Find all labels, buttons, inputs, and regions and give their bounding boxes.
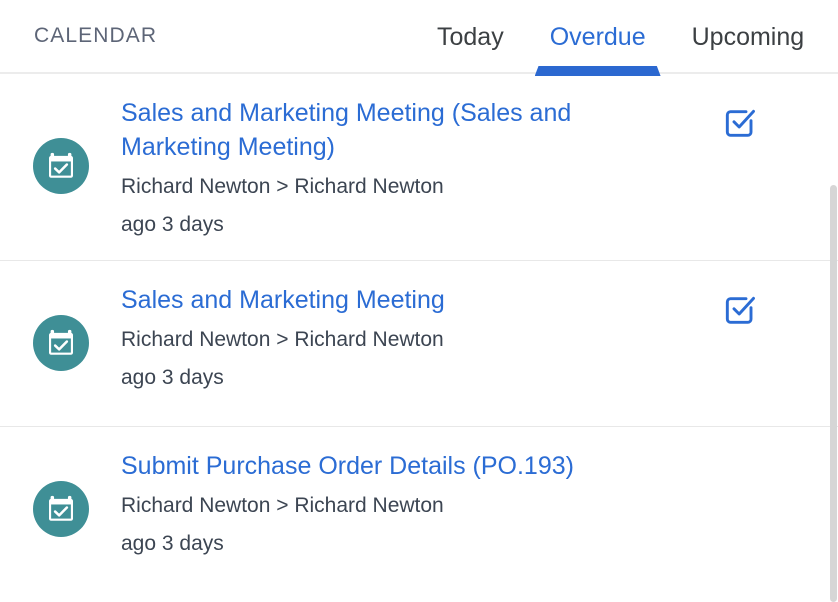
activity-list: Sales and Marketing Meeting (Sales and M… (0, 74, 838, 602)
calendar-check-icon (45, 327, 77, 359)
avatar-column (0, 283, 121, 406)
panel-header: CALENDAR Today Overdue Upcoming (0, 0, 838, 76)
item-timestamp: ago 3 days (121, 213, 224, 236)
item-action-column (720, 96, 838, 142)
avatar (32, 314, 89, 371)
checkbox-checked-icon[interactable] (720, 102, 760, 142)
scrollbar-thumb[interactable] (830, 185, 837, 602)
avatar-column (0, 96, 121, 240)
item-subtitle: Richard Newton > Richard Newton (121, 328, 444, 351)
item-timestamp: ago 3 days (121, 366, 224, 389)
tab-upcoming-label: Upcoming (691, 22, 805, 51)
page-title: CALENDAR (34, 24, 158, 47)
calendar-check-icon (45, 150, 77, 182)
tab-upcoming[interactable]: Upcoming (669, 0, 828, 74)
tab-today-label: Today (437, 22, 504, 51)
calendar-panel: CALENDAR Today Overdue Upcoming Sales an… (0, 0, 838, 602)
item-subtitle: Richard Newton > Richard Newton (121, 175, 444, 198)
item-subtitle: Richard Newton > Richard Newton (121, 494, 444, 517)
avatar (32, 138, 89, 194)
vertical-scrollbar[interactable] (829, 76, 838, 602)
checkbox-checked-icon[interactable] (720, 289, 760, 329)
avatar (32, 481, 89, 537)
list-item[interactable]: Submit Purchase Order Details (PO.193) R… (0, 427, 838, 593)
list-item[interactable]: Sales and Marketing Meeting (Sales and M… (0, 74, 838, 261)
avatar-column (0, 449, 121, 573)
item-timestamp: ago 3 days (121, 532, 224, 555)
tab-overdue[interactable]: Overdue (527, 0, 669, 76)
tab-bar: Today Overdue Upcoming (437, 0, 828, 76)
item-content: Sales and Marketing Meeting Richard Newt… (121, 283, 720, 393)
item-title[interactable]: Sales and Marketing Meeting (121, 283, 646, 317)
tab-overdue-label: Overdue (549, 22, 646, 51)
tab-today[interactable]: Today (437, 0, 527, 74)
item-action-column (720, 283, 838, 329)
calendar-check-icon (45, 493, 77, 525)
item-action-column (720, 449, 838, 495)
item-content: Submit Purchase Order Details (PO.193) R… (121, 449, 720, 559)
item-content: Sales and Marketing Meeting (Sales and M… (121, 96, 720, 240)
item-title[interactable]: Sales and Marketing Meeting (Sales and M… (121, 96, 646, 164)
item-title[interactable]: Submit Purchase Order Details (PO.193) (121, 449, 646, 483)
list-item[interactable]: Sales and Marketing Meeting Richard Newt… (0, 261, 838, 427)
